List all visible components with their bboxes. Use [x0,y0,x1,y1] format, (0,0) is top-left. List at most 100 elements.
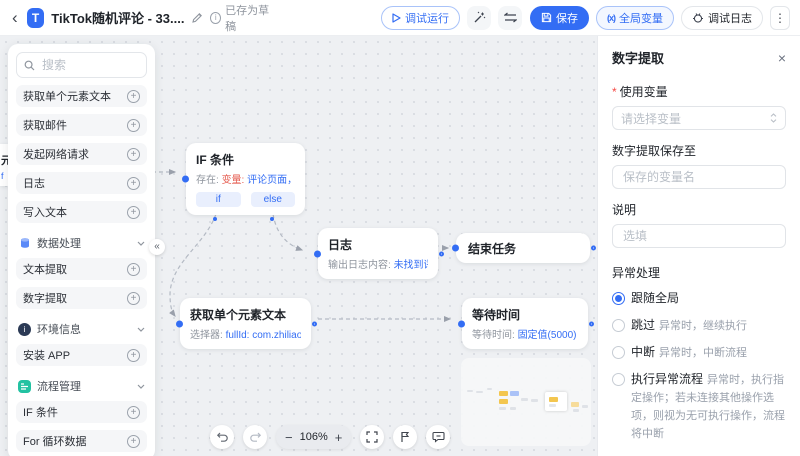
swap-button[interactable] [498,6,522,30]
add-plus-icon[interactable]: + [127,406,140,419]
palette-section-environment[interactable]: i 环境信息 [18,321,145,337]
node-subtitle: 等待时间: 固定值(5000) [472,326,578,341]
fit-view-icon [366,431,378,443]
palette-item-label: 数字提取 [23,290,67,306]
node-title: 结束任务 [468,240,516,257]
debug-log-icon [692,12,704,24]
input-port[interactable] [452,245,459,252]
draft-status-label: 已存为草稿 [225,2,273,34]
radio-icon[interactable] [612,373,625,386]
add-plus-icon[interactable]: + [127,435,140,448]
zoom-in-button[interactable]: + [335,431,343,444]
palette-item-for-loop[interactable]: For 循环数据 + [16,430,147,452]
back-chevron-icon[interactable]: ‹ [10,9,20,26]
radio-desc: 异常时，中断流程 [659,347,747,359]
node-palette: 获取单个元素文本 + 获取邮件 + 发起网络请求 + 日志 + 写入文本 + [8,44,155,456]
node-if-condition[interactable]: IF 条件 存在: 变量: 评论页面， 执... if else [186,143,305,215]
input-port[interactable] [458,320,465,327]
input-port[interactable] [182,176,189,183]
minimap-toggle-button[interactable] [393,425,417,449]
palette-item-write-text[interactable]: 写入文本 + [16,201,147,223]
output-port[interactable] [591,246,596,251]
radio-exception-flow[interactable]: 执行异常流程异常时，执行指定操作；若未连接其他操作选项，则视为无可执行操作，流程… [612,371,786,443]
palette-item-get-mail[interactable]: 获取邮件 + [16,114,147,136]
output-port[interactable] [312,321,317,326]
flag-icon [399,431,411,443]
minimap[interactable] [461,358,591,446]
variable-select[interactable]: 请选择变量 [612,106,786,130]
add-plus-icon[interactable]: + [127,349,140,362]
palette-item-text-extract[interactable]: 文本提取 + [16,258,147,280]
redo-button[interactable] [243,425,267,449]
palette-item-number-extract[interactable]: 数字提取 + [16,287,147,309]
global-variables-label: 全局变量 [619,10,663,26]
debug-run-button[interactable]: 调试运行 [381,6,460,30]
exception-handling-label: 异常处理 [612,264,786,281]
palette-item-get-element-text[interactable]: 获取单个元素文本 + [16,85,147,107]
branch-if[interactable]: if [196,192,241,207]
search-input[interactable] [40,57,139,73]
node-end-task[interactable]: 结束任务 [456,233,590,263]
radio-icon[interactable] [612,319,625,332]
output-port[interactable] [589,321,594,326]
comment-button[interactable] [426,425,450,449]
fit-view-button[interactable] [360,425,384,449]
magic-wand-button[interactable] [467,6,491,30]
palette-item-log[interactable]: 日志 + [16,172,147,194]
add-plus-icon[interactable]: + [127,292,140,305]
node-subtitle: 选择器: fullId: com.zhiliao... [190,326,301,341]
add-plus-icon[interactable]: + [127,206,140,219]
global-variables-button[interactable]: (x) 全局变量 [596,6,674,30]
app-logo: T [27,8,45,28]
description-label: 说明 [612,201,786,218]
node-get-element-text[interactable]: 获取单个元素文本 选择器: fullId: com.zhiliao... [180,298,311,349]
undo-button[interactable] [210,425,234,449]
add-plus-icon[interactable]: + [127,119,140,132]
chevron-down-icon [137,384,145,389]
radio-follow-global[interactable]: 跟随全局 [612,290,786,308]
database-icon [18,237,31,250]
else-output-port[interactable] [270,217,274,221]
add-plus-icon[interactable]: + [127,263,140,276]
zoom-out-button[interactable]: − [285,431,293,444]
zoom-control: − 106% + [276,425,351,449]
palette-section-data-processing[interactable]: 数据处理 [18,235,145,251]
save-button[interactable]: 保存 [530,6,589,30]
if-output-port[interactable] [213,217,217,221]
description-input-wrap [612,224,786,248]
chevron-down-icon [137,327,145,332]
palette-item-http-request[interactable]: 发起网络请求 + [16,143,147,165]
radio-icon[interactable] [612,292,625,305]
node-log[interactable]: 日志 输出日志内容: 未找到评论... [318,228,438,279]
palette-item-install-app[interactable]: 安装 APP + [16,344,147,366]
palette-item-label: 发起网络请求 [23,146,89,162]
panel-title: 数字提取 [612,48,664,67]
palette-item-if-condition[interactable]: IF 条件 + [16,401,147,423]
output-port[interactable] [439,251,444,256]
debug-log-button[interactable]: 调试日志 [681,6,763,30]
add-plus-icon[interactable]: + [127,148,140,161]
palette-item-label: 文本提取 [23,261,67,277]
input-port[interactable] [314,250,321,257]
edit-pencil-icon[interactable] [191,12,203,24]
save-to-input[interactable] [621,169,777,185]
palette-section-label: 流程管理 [37,378,81,394]
radio-icon[interactable] [612,346,625,359]
minimap-viewport[interactable] [545,392,567,411]
palette-collapse-button[interactable]: « [149,239,165,255]
save-to-input-wrap [612,165,786,189]
description-input[interactable] [621,228,777,244]
node-wait-time[interactable]: 等待时间 等待时间: 固定值(5000) [462,298,588,349]
radio-skip[interactable]: 跳过异常时，继续执行 [612,317,786,335]
branch-else[interactable]: else [251,192,296,207]
kebab-menu-icon[interactable]: ⋮ [770,6,790,30]
flow-canvas[interactable]: 元素 f IF 条件 存在: 变量: 评论页面， 执... if else [0,36,597,456]
global-variable-icon: (x) [607,13,615,23]
palette-section-flow-management[interactable]: 流程管理 [18,378,145,394]
palette-search[interactable] [16,52,147,78]
close-icon[interactable]: × [778,51,786,65]
radio-interrupt[interactable]: 中断异常时，中断流程 [612,344,786,362]
add-plus-icon[interactable]: + [127,177,140,190]
input-port[interactable] [176,320,183,327]
add-plus-icon[interactable]: + [127,90,140,103]
